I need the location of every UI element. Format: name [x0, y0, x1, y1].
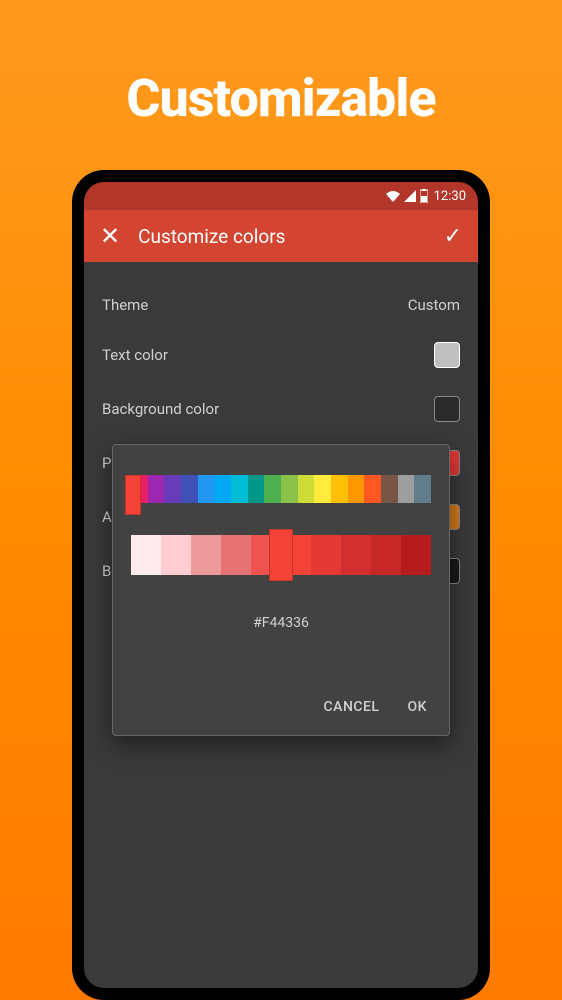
hue-segment[interactable]	[364, 475, 381, 503]
background-color-swatch[interactable]	[434, 396, 460, 422]
hue-segment[interactable]	[181, 475, 198, 503]
app-bar: ✕ Customize colors ✓	[84, 210, 478, 262]
close-icon[interactable]: ✕	[100, 222, 120, 250]
hue-segment[interactable]	[314, 475, 331, 503]
status-bar: 12:30	[84, 182, 478, 210]
hue-segment[interactable]	[381, 475, 398, 503]
color-picker-dialog: #F44336 CANCEL OK	[112, 444, 450, 736]
theme-value: Custom	[408, 296, 460, 314]
background-color-row[interactable]: Background color	[102, 382, 460, 436]
headline-text: Customizable	[0, 0, 562, 129]
hue-segment[interactable]	[398, 475, 415, 503]
text-color-row[interactable]: Text color	[102, 328, 460, 382]
cancel-button[interactable]: CANCEL	[324, 699, 380, 715]
ok-button[interactable]: OK	[408, 699, 428, 715]
hue-segment[interactable]	[281, 475, 298, 503]
hue-segment[interactable]	[348, 475, 365, 503]
wifi-icon	[386, 190, 400, 202]
phone-screen: 12:30 ✕ Customize colors ✓ Theme Custom …	[84, 182, 478, 988]
hue-segment[interactable]	[298, 475, 315, 503]
shade-slider[interactable]	[131, 535, 431, 587]
shade-segment[interactable]	[311, 535, 341, 575]
shade-segment[interactable]	[371, 535, 401, 575]
signal-icon	[404, 190, 416, 202]
status-icons	[386, 189, 428, 203]
hue-slider[interactable]	[131, 475, 431, 515]
hue-segment[interactable]	[414, 475, 431, 503]
shade-segment[interactable]	[191, 535, 221, 575]
hue-segment[interactable]	[331, 475, 348, 503]
text-color-swatch[interactable]	[434, 342, 460, 368]
hue-segment[interactable]	[148, 475, 165, 503]
shade-segment[interactable]	[161, 535, 191, 575]
hue-slider-handle[interactable]	[125, 475, 141, 515]
hue-segment[interactable]	[198, 475, 215, 503]
status-time: 12:30	[434, 189, 466, 204]
shade-segment[interactable]	[341, 535, 371, 575]
background-color-label: Background color	[102, 400, 219, 418]
hue-segment[interactable]	[264, 475, 281, 503]
hue-segment[interactable]	[231, 475, 248, 503]
theme-label: Theme	[102, 296, 148, 314]
app-bar-title: Customize colors	[138, 225, 443, 248]
hex-value: #F44336	[131, 615, 431, 631]
hue-segment[interactable]	[214, 475, 231, 503]
shade-slider-handle[interactable]	[269, 529, 293, 581]
theme-row[interactable]: Theme Custom	[102, 282, 460, 328]
shade-segment[interactable]	[401, 535, 431, 575]
hue-segment[interactable]	[248, 475, 265, 503]
text-color-label: Text color	[102, 346, 168, 364]
shade-segment[interactable]	[221, 535, 251, 575]
phone-frame: 12:30 ✕ Customize colors ✓ Theme Custom …	[72, 170, 490, 1000]
shade-segment[interactable]	[131, 535, 161, 575]
battery-icon	[420, 189, 428, 203]
dialog-actions: CANCEL OK	[131, 691, 431, 723]
hue-segment[interactable]	[164, 475, 181, 503]
confirm-icon[interactable]: ✓	[444, 224, 462, 249]
